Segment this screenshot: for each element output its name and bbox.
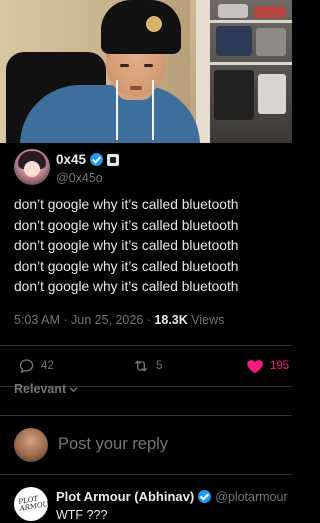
like-button[interactable]: 195 — [246, 358, 289, 374]
reply-composer — [0, 415, 292, 475]
sort-replies-button[interactable]: Relevant — [14, 382, 79, 396]
action-bar: 42 5 195 — [0, 345, 292, 387]
verified-badge-icon[interactable] — [198, 490, 212, 503]
author-name-row: 0x45 — [56, 152, 120, 167]
reply-button[interactable]: 42 — [18, 358, 54, 374]
tweet-time[interactable]: 5:03 AM — [14, 313, 60, 327]
like-heart-icon — [247, 360, 263, 374]
reply-author-row: Plot Armour (Abhinav) @plotarmour — [56, 489, 288, 504]
author-handle[interactable]: @0x45o — [56, 171, 103, 185]
reply-item[interactable]: PLOT ARMOUR Plot Armour (Abhinav) @plota… — [0, 483, 292, 523]
tweet-line: don’t google why it’s called bluetooth — [14, 238, 239, 253]
video-door-frame — [196, 0, 210, 143]
video-eye — [120, 64, 129, 67]
repost-icon — [135, 360, 147, 372]
author-avatar[interactable] — [14, 149, 50, 185]
affiliate-badge-icon[interactable] — [107, 153, 120, 166]
reply-avatar-text: PLOT ARMOUR — [17, 494, 48, 513]
video-frame[interactable] — [0, 0, 292, 143]
tweet-line: don’t google why it’s called bluetooth — [14, 279, 239, 294]
video-person-beanie — [101, 0, 181, 54]
view-count[interactable]: 18.3K — [154, 313, 187, 327]
tweet-date[interactable]: Jun 25, 2026 — [71, 313, 143, 327]
tweet-author: 0x45 @0x45o — [14, 149, 292, 189]
tweet-line: don’t google why it’s called bluetooth — [14, 197, 239, 212]
earbud-wire — [152, 80, 154, 140]
video-mouth — [130, 86, 142, 90]
reply-input[interactable] — [58, 429, 278, 459]
views-label: Views — [191, 313, 225, 327]
author-name[interactable]: 0x45 — [56, 152, 86, 167]
tweet-text: don’t google why it’s called bluetooth d… — [14, 195, 284, 298]
current-user-avatar[interactable] — [14, 428, 48, 462]
earbud-wire — [116, 80, 118, 140]
reply-author-name[interactable]: Plot Armour (Abhinav) — [56, 489, 194, 504]
like-count: 195 — [270, 360, 290, 372]
tweet-meta: 5:03 AM · Jun 25, 2026 · 18.3K Views — [14, 313, 225, 327]
chevron-down-icon — [69, 386, 78, 392]
beanie-logo-icon — [146, 16, 162, 32]
repost-button[interactable]: 5 — [132, 358, 162, 374]
reply-author-avatar[interactable]: PLOT ARMOUR — [14, 487, 48, 521]
verified-badge-icon[interactable] — [90, 153, 104, 166]
video-eye — [144, 64, 153, 67]
reply-count: 42 — [41, 360, 54, 372]
reply-icon — [19, 359, 34, 374]
repost-count: 5 — [156, 360, 163, 372]
tweet-line: don’t google why it’s called bluetooth — [14, 217, 239, 233]
reply-author-handle[interactable]: @plotarmour — [215, 490, 287, 504]
tweet-line: don’t google why it’s called bluetooth — [14, 258, 239, 274]
video-closet — [210, 0, 292, 143]
sort-label: Relevant — [14, 382, 67, 396]
